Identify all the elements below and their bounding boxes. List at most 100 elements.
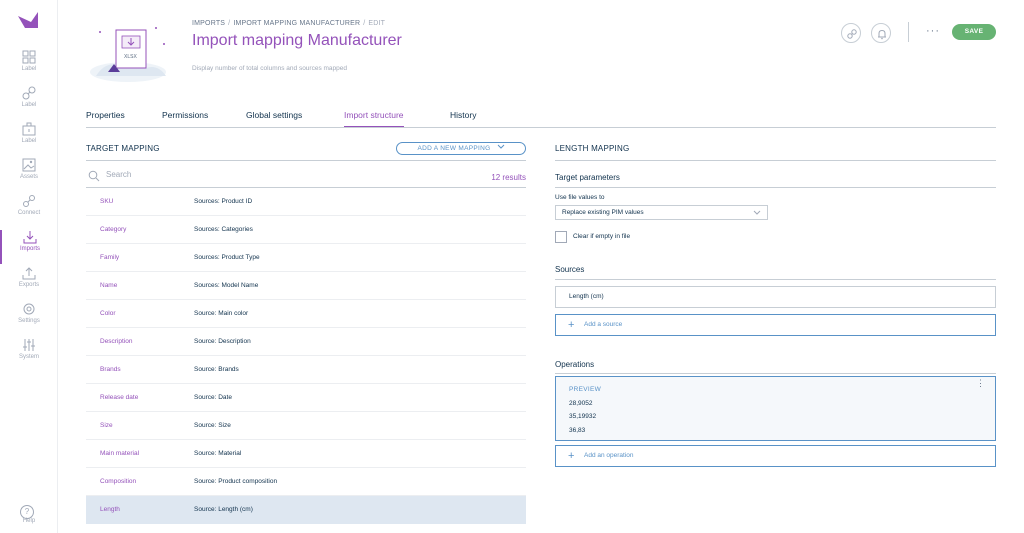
sources-title: Sources	[555, 265, 585, 274]
mapping-attribute: Description	[100, 338, 133, 345]
more-options-icon[interactable]: ···	[926, 25, 940, 37]
tab-global-settings[interactable]: Global settings	[246, 110, 302, 126]
gear-icon	[23, 303, 35, 315]
sync-button[interactable]	[841, 23, 861, 43]
notifications-button[interactable]	[871, 23, 891, 43]
source-field[interactable]: Length (cm)	[555, 286, 996, 308]
briefcase-icon	[22, 122, 36, 136]
preview-title: PREVIEW	[569, 386, 602, 393]
mapping-source: Source: Length (cm)	[194, 506, 253, 513]
import-icon	[23, 231, 37, 244]
preview-value: 28,9052	[569, 400, 593, 407]
breadcrumb-import-mapping[interactable]: IMPORT MAPPING MANUFACTURER	[233, 20, 360, 27]
search-icon	[88, 170, 100, 182]
nav-item-connect[interactable]: Connect	[0, 194, 58, 228]
nav-item-label: Imports	[19, 246, 40, 252]
preview-panel: PREVIEW 28,9052 35,19932 36,83 ⋮	[555, 376, 996, 441]
mapping-row[interactable]: Category Sources: Categories	[86, 216, 526, 244]
mapping-row[interactable]: Composition Source: Product composition	[86, 468, 526, 496]
add-operation-button[interactable]: + Add an operation	[555, 445, 996, 467]
mapping-row[interactable]: SKU Sources: Product ID	[86, 188, 526, 216]
nav-item-label: System	[18, 354, 39, 360]
divider	[555, 160, 996, 161]
breadcrumb-separator: /	[363, 20, 366, 27]
mapping-source: Source: Main color	[194, 310, 249, 317]
nav-item-assets[interactable]: Assets	[0, 158, 58, 192]
help-label[interactable]: Help	[0, 518, 58, 524]
export-icon	[22, 267, 36, 280]
mapping-row[interactable]: Size Source: Size	[86, 412, 526, 440]
kebab-menu-icon[interactable]: ⋮	[976, 379, 985, 388]
mapping-row[interactable]: Length Source: Length (cm)	[86, 496, 526, 524]
link-icon	[22, 86, 36, 100]
header-divider	[908, 22, 909, 42]
nav-item-label: Label	[21, 66, 37, 72]
chevron-down-icon	[497, 144, 504, 149]
nav-item-label: Assets	[19, 174, 38, 180]
left-nav: Label Label Label Assets Connect Imports…	[0, 0, 58, 533]
mapping-row[interactable]: Release date Source: Date	[86, 384, 526, 412]
mapping-attribute: Brands	[100, 366, 121, 373]
akeneo-logo-icon[interactable]	[17, 10, 39, 30]
chevron-down-icon	[753, 210, 761, 215]
tab-import-structure[interactable]: Import structure	[344, 110, 404, 127]
xlsx-badge: XLSX	[124, 54, 137, 60]
mapping-attribute: Composition	[100, 478, 137, 485]
mapping-attribute: Category	[100, 226, 127, 233]
nav-item-label-1[interactable]: Label	[0, 50, 58, 84]
nav-item-imports[interactable]: Imports	[0, 230, 58, 264]
length-mapping-title: LENGTH MAPPING	[555, 144, 630, 153]
nav-item-system[interactable]: System	[0, 338, 58, 372]
mapping-attribute: Size	[100, 422, 113, 429]
tab-properties[interactable]: Properties	[86, 110, 125, 126]
mapping-attribute: Length	[100, 506, 120, 513]
mapping-row[interactable]: Name Sources: Model Name	[86, 272, 526, 300]
mapping-attribute: Family	[100, 254, 120, 261]
use-file-values-select[interactable]: Replace existing PIM values	[555, 205, 768, 220]
tab-permissions[interactable]: Permissions	[162, 110, 208, 126]
mapping-row[interactable]: Main material Source: Material	[86, 440, 526, 468]
mapping-attribute: Name	[100, 282, 118, 289]
nav-item-label: Label	[21, 102, 37, 108]
preview-value: 35,19932	[569, 413, 597, 420]
search-input[interactable]	[106, 170, 306, 179]
mapping-source: Source: Size	[194, 422, 231, 429]
preview-value: 36,83	[569, 427, 586, 434]
nav-item-label: Label	[21, 138, 37, 144]
xlsx-file-illustration: XLSX	[90, 27, 166, 82]
nav-item-label-2[interactable]: Label	[0, 86, 58, 120]
nav-item-exports[interactable]: Exports	[0, 266, 58, 300]
mapping-attribute: Color	[100, 310, 116, 317]
mapping-row[interactable]: Description Source: Description	[86, 328, 526, 356]
breadcrumb: IMPORTS / IMPORT MAPPING MANUFACTURER / EDIT	[192, 20, 385, 27]
clear-if-empty-checkbox[interactable]	[555, 231, 567, 243]
help-icon[interactable]: ?	[20, 505, 34, 519]
save-button[interactable]: SAVE	[952, 24, 996, 40]
mapping-row[interactable]: Brands Source: Brands	[86, 356, 526, 384]
mapping-row[interactable]: Color Source: Main color	[86, 300, 526, 328]
sync-icon	[847, 29, 857, 39]
page-title: Import mapping Manufacturer	[192, 32, 402, 49]
target-parameters-title: Target parameters	[555, 173, 620, 182]
mapping-source: Sources: Categories	[194, 226, 253, 233]
use-file-values-label: Use file values to	[555, 194, 605, 201]
tab-history[interactable]: History	[450, 110, 476, 126]
plug-icon	[23, 195, 35, 207]
mapping-source: Source: Product composition	[194, 478, 278, 485]
operations-title: Operations	[555, 360, 595, 369]
breadcrumb-imports[interactable]: IMPORTS	[192, 20, 225, 27]
nav-item-settings[interactable]: Settings	[0, 302, 58, 336]
add-new-mapping-label: ADD A NEW MAPPING	[417, 145, 491, 152]
clear-if-empty-label: Clear if empty in file	[573, 233, 631, 240]
plus-icon: +	[568, 319, 575, 331]
add-source-button[interactable]: + Add a source	[555, 314, 996, 336]
mapping-source: Source: Date	[194, 394, 232, 401]
page-subtitle: Display number of total columns and sour…	[192, 65, 347, 72]
add-new-mapping-button[interactable]: ADD A NEW MAPPING	[396, 142, 526, 155]
plus-icon: +	[568, 450, 575, 462]
nav-item-label-3[interactable]: Label	[0, 122, 58, 156]
sliders-icon	[23, 339, 35, 351]
mapping-row[interactable]: Family Sources: Product Type	[86, 244, 526, 272]
nav-item-label: Connect	[17, 210, 41, 216]
add-operation-label: Add an operation	[584, 452, 634, 459]
